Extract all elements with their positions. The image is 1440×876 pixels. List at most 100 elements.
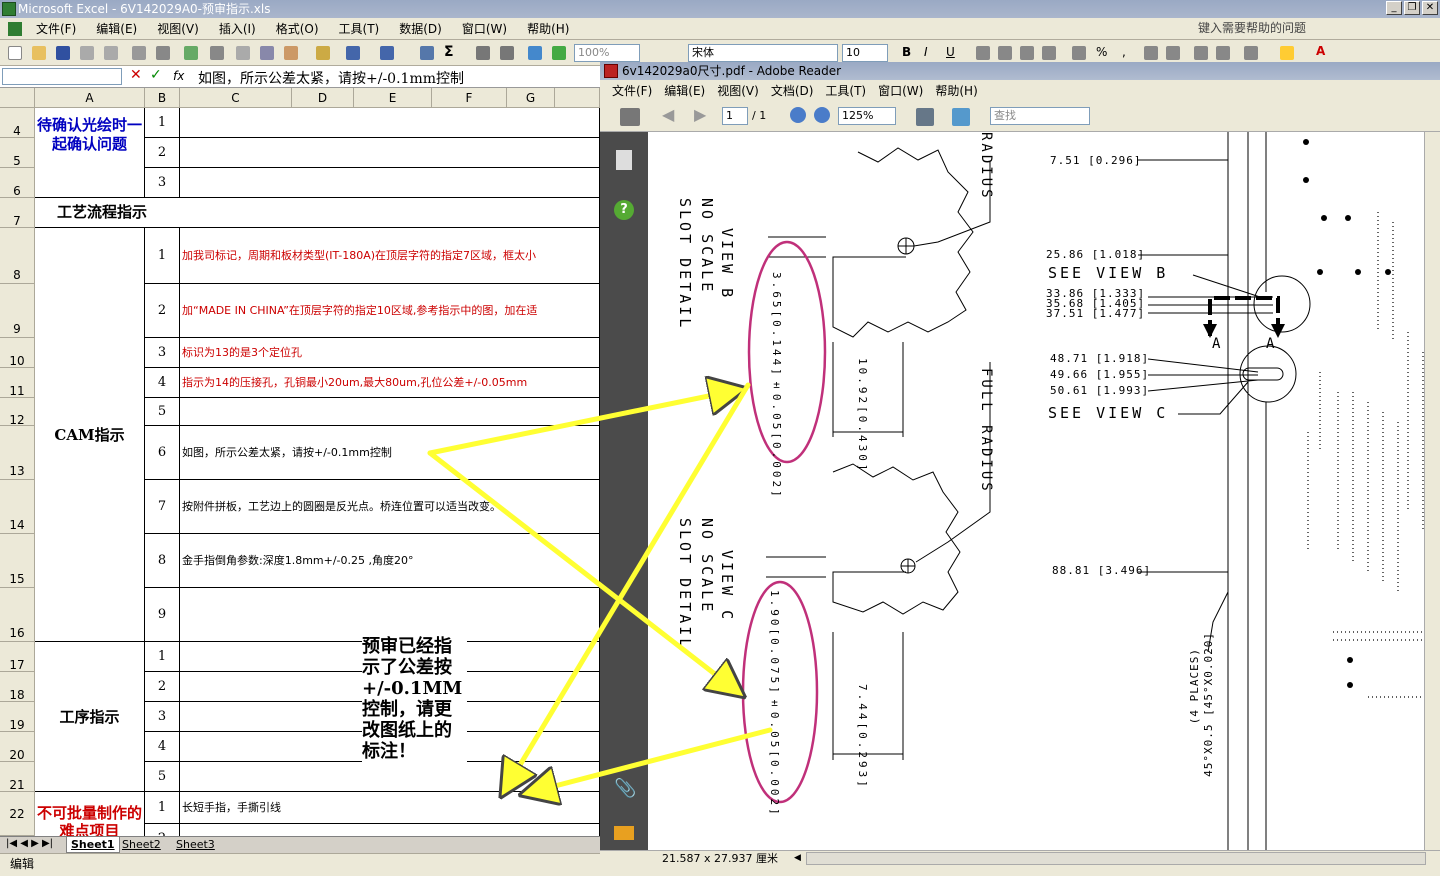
menu-file[interactable]: 文件(F) (26, 20, 86, 37)
prev-page-icon[interactable]: ◀ (662, 105, 674, 124)
column-header-h[interactable] (555, 88, 600, 108)
format-painter-icon[interactable] (316, 46, 330, 60)
hard-text[interactable]: 长短手指，手撕引线 (180, 792, 600, 824)
column-header-a[interactable]: A (35, 88, 145, 108)
font-color-icon[interactable]: A (1316, 44, 1325, 58)
cancel-icon[interactable]: ✕ (130, 67, 142, 83)
section-hard[interactable]: 不可批量制作的难点项目 (35, 792, 145, 836)
attachment-icon[interactable]: 📎 (614, 778, 636, 799)
name-box[interactable] (2, 68, 122, 85)
bold-icon[interactable]: B (902, 45, 911, 59)
zoom-out-icon[interactable] (790, 107, 806, 123)
column-header-g[interactable]: G (507, 88, 555, 108)
cam-text[interactable] (180, 398, 600, 426)
undo-icon[interactable] (346, 46, 360, 60)
row-header[interactable]: 13 (0, 426, 35, 480)
cam-num[interactable]: 4 (145, 368, 180, 398)
cam-num[interactable]: 7 (145, 480, 180, 534)
help-icon[interactable]: ? (614, 200, 634, 220)
confirm-text[interactable] (180, 138, 600, 168)
section-confirm[interactable]: 待确认光绘时一起确认问题 (35, 108, 145, 198)
proc-num[interactable]: 3 (145, 702, 180, 732)
hard-num[interactable]: 2 (145, 824, 180, 836)
formula-input[interactable]: 如图，所示公差太紧，请按+/-0.1mm控制 (198, 68, 464, 88)
font-name-select[interactable]: 宋体 (688, 44, 838, 62)
menu-help[interactable]: 帮助(H) (517, 20, 579, 37)
print-icon[interactable] (132, 46, 146, 60)
merge-center-icon[interactable] (1042, 46, 1056, 60)
zoom-level-select[interactable]: 125% (838, 107, 896, 125)
align-center-icon[interactable] (998, 46, 1012, 60)
cam-text[interactable]: 加我司标记，周期和板材类型(IT-180A)在顶层字符的指定7区域，框太小 (180, 228, 600, 284)
row-header[interactable]: 18 (0, 672, 35, 702)
reader-menu-tools[interactable]: 工具(T) (819, 82, 872, 99)
copy-icon[interactable] (260, 46, 274, 60)
reader-menu-edit[interactable]: 编辑(E) (658, 82, 711, 99)
sort-asc-icon[interactable] (476, 46, 490, 60)
cam-num[interactable]: 3 (145, 338, 180, 368)
underline-icon[interactable]: U (946, 45, 955, 59)
column-header-b[interactable]: B (145, 88, 180, 108)
increase-indent-icon[interactable] (1216, 46, 1230, 60)
autosum-icon[interactable]: Σ (444, 44, 454, 60)
row-header[interactable]: 22 (0, 792, 35, 836)
section-procedure[interactable]: 工序指示 (35, 642, 145, 792)
comma-style-icon[interactable]: , (1122, 45, 1126, 59)
print-icon[interactable] (620, 108, 640, 126)
font-size-select[interactable]: 10 (842, 44, 888, 62)
confirm-text[interactable] (180, 108, 600, 138)
row-header[interactable]: 19 (0, 702, 35, 732)
confirm-icon[interactable]: ✓ (150, 67, 162, 83)
new-icon[interactable] (8, 46, 22, 60)
spelling-icon[interactable] (184, 46, 198, 60)
row-header[interactable]: 14 (0, 480, 35, 534)
cam-text[interactable] (180, 588, 600, 642)
decrease-decimal-icon[interactable] (1166, 46, 1180, 60)
proc-num[interactable]: 2 (145, 672, 180, 702)
tab-scroll-icons[interactable]: |◀ ◀ ▶ ▶| (6, 838, 53, 849)
cam-num[interactable]: 5 (145, 398, 180, 426)
cam-text[interactable]: 金手指倒角参数:深度1.8mm+/-0.25 ,角度20° (180, 534, 600, 588)
cam-num[interactable]: 1 (145, 228, 180, 284)
pages-icon[interactable] (616, 150, 632, 170)
close-icon[interactable]: ✕ (1422, 1, 1438, 15)
permission-icon[interactable] (80, 46, 94, 60)
zoom-select[interactable]: 100% (574, 44, 640, 62)
row-header[interactable]: 8 (0, 228, 35, 284)
row-header[interactable]: 4 (0, 108, 35, 138)
row-header[interactable]: 10 (0, 338, 35, 368)
row-header[interactable]: 21 (0, 762, 35, 792)
menu-format[interactable]: 格式(O) (266, 20, 329, 37)
tab-sheet2[interactable]: Sheet2 (118, 837, 165, 853)
hard-text[interactable] (180, 824, 600, 836)
comments-icon[interactable] (614, 826, 634, 840)
section-cam[interactable]: CAM指示 (35, 228, 145, 642)
row-header[interactable]: 15 (0, 534, 35, 588)
menu-data[interactable]: 数据(D) (389, 20, 452, 37)
reader-menu-document[interactable]: 文档(D) (765, 82, 820, 99)
column-header-d[interactable]: D (292, 88, 354, 108)
reader-menu-window[interactable]: 窗口(W) (872, 82, 929, 99)
row-header[interactable]: 7 (0, 198, 35, 228)
italic-icon[interactable]: I (924, 45, 928, 59)
next-page-icon[interactable]: ▶ (694, 105, 706, 124)
cam-text[interactable]: 按附件拼板，工艺边上的圆圈是反光点。桥连位置可以适当改变。 (180, 480, 600, 534)
paste-icon[interactable] (284, 46, 298, 60)
increase-decimal-icon[interactable] (1144, 46, 1158, 60)
cam-text[interactable]: 标识为13的是3个定位孔 (180, 338, 600, 368)
hyperlink-icon[interactable] (420, 46, 434, 60)
reader-menu-help[interactable]: 帮助(H) (929, 82, 983, 99)
confirm-num[interactable]: 2 (145, 138, 180, 168)
align-left-icon[interactable] (976, 46, 990, 60)
fit-page-icon[interactable] (952, 108, 970, 126)
cam-num[interactable]: 8 (145, 534, 180, 588)
proc-text[interactable] (180, 762, 600, 792)
row-header[interactable]: 6 (0, 168, 35, 198)
row-header[interactable]: 11 (0, 368, 35, 398)
confirm-num[interactable]: 3 (145, 168, 180, 198)
borders-icon[interactable] (1244, 46, 1258, 60)
print-preview-icon[interactable] (156, 46, 170, 60)
menu-window[interactable]: 窗口(W) (452, 20, 517, 37)
menu-edit[interactable]: 编辑(E) (86, 20, 147, 37)
cam-num[interactable]: 2 (145, 284, 180, 338)
